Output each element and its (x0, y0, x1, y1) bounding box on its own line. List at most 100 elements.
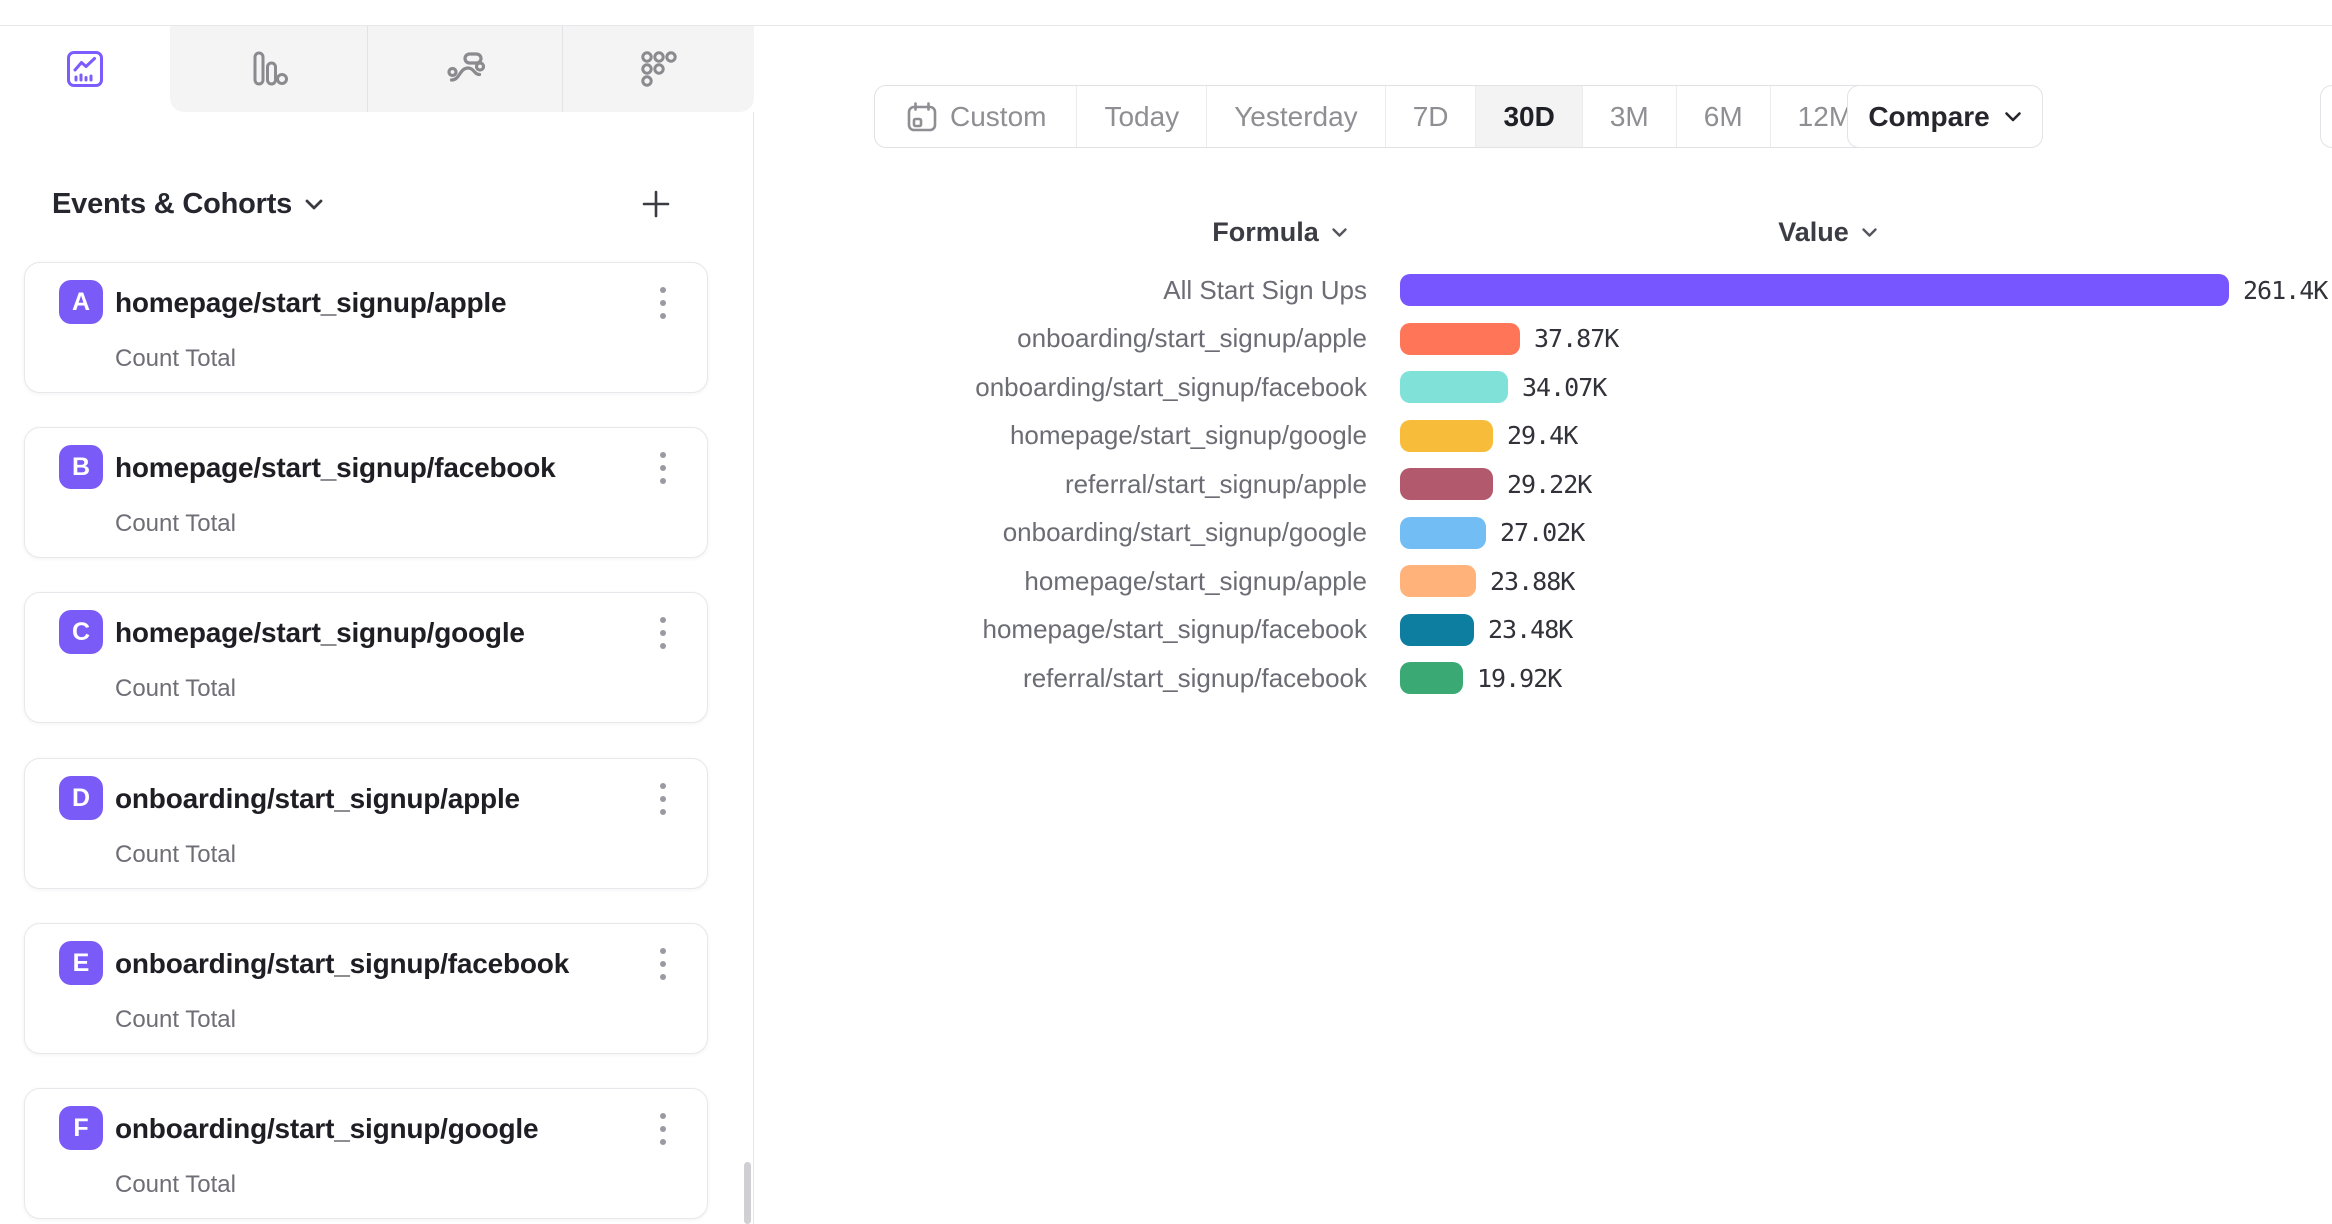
chart-bar[interactable] (1400, 323, 1520, 355)
event-name[interactable]: homepage/start_signup/google (115, 617, 525, 649)
chevron-down-icon (1331, 227, 1348, 238)
range-custom[interactable]: Custom (875, 86, 1076, 147)
event-card-b[interactable]: Bhomepage/start_signup/facebook Count Tot… (24, 427, 708, 558)
chart-bar[interactable] (1400, 468, 1493, 500)
chart-bar-value: 23.88K (1490, 567, 1574, 596)
formula-header-label: Formula (1212, 217, 1319, 248)
chart-row: All Start Sign Ups 261.4K (754, 274, 2332, 306)
chart-row-label: homepage/start_signup/apple (754, 566, 1367, 597)
chart-bar[interactable] (1400, 662, 1463, 694)
bar-chart-icon (247, 48, 289, 90)
event-letter-badge: E (59, 941, 103, 985)
value-column-dropdown[interactable]: Value (1728, 215, 1928, 249)
chart-bar-value: 261.4K (2243, 276, 2327, 305)
tab-bar-chart[interactable] (170, 26, 366, 112)
range-label: Yesterday (1234, 101, 1358, 133)
chart-bar[interactable] (1400, 420, 1493, 452)
chart-bar-value: 23.48K (1488, 615, 1572, 644)
kebab-menu-icon[interactable] (645, 281, 681, 325)
range-30d[interactable]: 30D (1475, 86, 1581, 147)
range-label: Custom (950, 101, 1046, 133)
insights-report-page: Events & Cohorts Ahomepage/start_signup/… (0, 0, 2332, 1224)
chart-row-label: onboarding/start_signup/google (754, 517, 1367, 548)
range-yesterday[interactable]: Yesterday (1206, 86, 1385, 147)
event-card-e[interactable]: Eonboarding/start_signup/facebook Count T… (24, 923, 708, 1054)
date-range-control: Custom Today Yesterday 7D 30D 3M 6M 12M (874, 85, 1880, 148)
range-label: Today (1104, 101, 1179, 133)
tab-insights-line-chart[interactable] (0, 26, 183, 112)
kebab-menu-icon[interactable] (645, 942, 681, 986)
chart-row-label: homepage/start_signup/google (754, 420, 1367, 451)
event-letter-badge: B (59, 445, 103, 489)
clipped-toolbar-button[interactable] (2320, 85, 2332, 148)
event-card-d[interactable]: Donboarding/start_signup/apple Count Tota… (24, 758, 708, 889)
chart-bar[interactable] (1400, 565, 1476, 597)
range-label: 12M (1798, 101, 1852, 133)
chart-row: referral/start_signup/apple29.22K (754, 468, 2332, 500)
event-card-f[interactable]: Fonboarding/start_signup/google Count Tot… (24, 1088, 708, 1219)
event-measure[interactable]: Count Total (115, 841, 236, 869)
chart-bar[interactable] (1400, 274, 2229, 306)
kebab-menu-icon[interactable] (645, 1107, 681, 1151)
range-label: 6M (1704, 101, 1743, 133)
chart-bar-value: 27.02K (1500, 518, 1584, 547)
chart-row: referral/start_signup/facebook19.92K (754, 662, 2332, 694)
event-letter-badge: A (59, 280, 103, 324)
chart-row: onboarding/start_signup/google 27.02K (754, 517, 2332, 549)
event-name[interactable]: onboarding/start_signup/google (115, 1113, 538, 1145)
events-cohorts-dropdown[interactable]: Events & Cohorts (52, 188, 324, 221)
chart-bar[interactable] (1400, 517, 1486, 549)
range-3m[interactable]: 3M (1582, 86, 1676, 147)
kebab-menu-icon[interactable] (645, 611, 681, 655)
value-header-label: Value (1778, 217, 1849, 248)
events-cohorts-header: Events & Cohorts (52, 184, 676, 224)
chevron-down-icon (2004, 111, 2022, 123)
range-6m[interactable]: 6M (1676, 86, 1770, 147)
compare-button[interactable]: Compare (1847, 85, 2043, 148)
chart-bar-value: 29.4K (1507, 421, 1577, 450)
event-measure[interactable]: Count Total (115, 345, 236, 373)
chart-bar[interactable] (1400, 614, 1474, 646)
formula-column-dropdown[interactable]: Formula (1180, 215, 1380, 249)
chart-row-label: onboarding/start_signup/apple (754, 323, 1367, 354)
kebab-menu-icon[interactable] (645, 777, 681, 821)
range-label: 3M (1610, 101, 1649, 133)
event-name[interactable]: onboarding/start_signup/apple (115, 783, 520, 815)
chart-bar[interactable] (1400, 371, 1508, 403)
chart-bar-value: 29.22K (1507, 470, 1591, 499)
chart-row-label: homepage/start_signup/facebook (754, 614, 1367, 645)
chart-row: homepage/start_signup/apple 23.88K (754, 565, 2332, 597)
event-name[interactable]: homepage/start_signup/facebook (115, 452, 556, 484)
chart-row-label: All Start Sign Ups (754, 275, 1367, 306)
event-card-a[interactable]: Ahomepage/start_signup/apple Count Total (24, 262, 708, 393)
chevron-down-icon (1861, 227, 1878, 238)
sidebar-scrollbar[interactable] (744, 1162, 751, 1224)
add-event-button[interactable] (636, 184, 676, 224)
event-measure[interactable]: Count Total (115, 510, 236, 538)
chart-row: onboarding/start_signup/apple37.87K (754, 323, 2332, 355)
chevron-down-icon (304, 198, 324, 211)
tab-retention[interactable] (560, 26, 756, 112)
event-measure[interactable]: Count Total (115, 1171, 236, 1199)
event-card-c[interactable]: Chomepage/start_signup/googleCount Total (24, 592, 708, 723)
event-name[interactable]: homepage/start_signup/apple (115, 287, 506, 319)
event-measure[interactable]: Count Total (115, 675, 236, 703)
range-7d[interactable]: 7D (1385, 86, 1476, 147)
chart-row: onboarding/start_signup/facebook34.07K (754, 371, 2332, 403)
event-name[interactable]: onboarding/start_signup/facebook (115, 948, 569, 980)
chart-row-label: referral/start_signup/facebook (754, 663, 1367, 694)
compare-label: Compare (1868, 101, 1989, 133)
kebab-menu-icon[interactable] (645, 446, 681, 490)
events-cohorts-label: Events & Cohorts (52, 188, 292, 221)
main-panel: Custom Today Yesterday 7D 30D 3M 6M 12M Compare… (754, 0, 2332, 1224)
chart-bar-value: 34.07K (1522, 373, 1606, 402)
range-today[interactable]: Today (1076, 86, 1206, 147)
calendar-icon (905, 100, 939, 134)
chart-row: homepage/start_signup/facebook 23.48K (754, 614, 2332, 646)
event-letter-badge: D (59, 776, 103, 820)
flow-icon (445, 48, 487, 90)
range-label: 30D (1503, 101, 1554, 133)
tab-flows[interactable] (368, 26, 564, 112)
event-letter-badge: F (59, 1106, 103, 1150)
event-measure[interactable]: Count Total (115, 1006, 236, 1034)
